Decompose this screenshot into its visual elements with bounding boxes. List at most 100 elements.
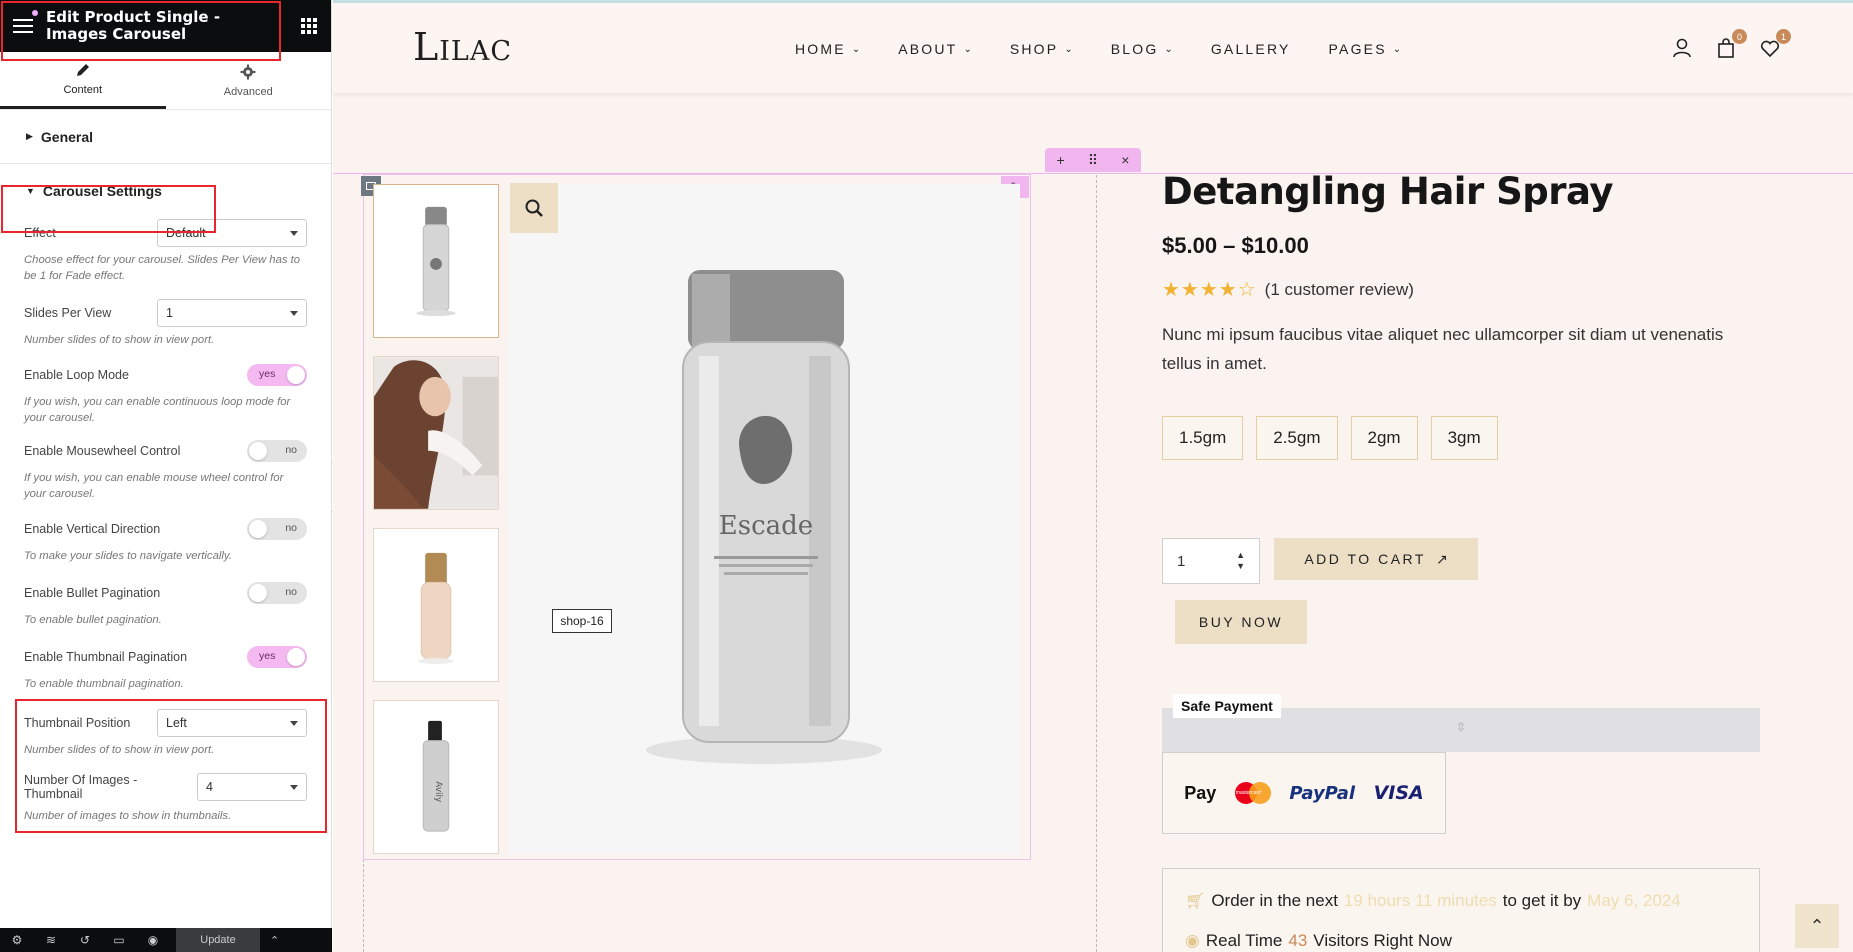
safe-payment-label: Safe Payment [1173, 694, 1281, 718]
editor-panel: Edit Product Single - Images Carousel Co… [0, 0, 332, 952]
hair-spray-bottle-image: Escade [509, 184, 1020, 854]
control-thumbnail-position: Thumbnail Position Left [24, 708, 307, 738]
chevron-down-icon [290, 784, 298, 790]
control-label: Enable Mousewheel Control [24, 444, 181, 458]
preview-eye-icon[interactable]: ◉ [136, 933, 170, 947]
thumbnail-item[interactable] [373, 356, 499, 510]
tab-advanced[interactable]: Advanced [166, 52, 332, 109]
add-icon[interactable]: + [1057, 152, 1065, 168]
tab-content[interactable]: Content [0, 52, 166, 109]
control-slides-per-view: Slides Per View 1 [24, 298, 307, 328]
size-option[interactable]: 2.5gm [1256, 416, 1338, 460]
nav-item-about[interactable]: ABOUT ⌄ [898, 41, 972, 57]
nav-item-pages[interactable]: PAGES ⌄ [1329, 41, 1402, 57]
responsive-icon[interactable]: ▭ [102, 933, 136, 947]
slides-per-view-select[interactable]: 1 [157, 299, 307, 327]
section-title: General [40, 128, 94, 145]
control-label: Slides Per View [24, 306, 112, 320]
wishlist-heart-icon[interactable]: 1 [1759, 29, 1791, 59]
site-header: Lilac HOME ⌄ ABOUT ⌄ SHOP ⌄ BLOG ⌄ GALLERY P… [333, 3, 1853, 93]
control-desc: To enable thumbnail pagination. [24, 678, 184, 690]
thumbnail-position-select[interactable]: Left [157, 709, 307, 737]
thumbnail-item[interactable]: Avily [373, 700, 499, 854]
chevron-down-icon: ⌄ [1064, 43, 1073, 55]
cart-count-badge: 0 [1732, 29, 1747, 44]
review-link[interactable]: (1 customer review) [1265, 280, 1414, 300]
decrease-icon[interactable]: ▼ [1236, 561, 1245, 572]
section-edit-handle[interactable]: + ⠿ × [1045, 148, 1141, 172]
update-button[interactable]: Update [176, 928, 260, 952]
pencil-icon [76, 64, 89, 76]
widgets-grid-icon[interactable] [301, 18, 317, 34]
num-images-select[interactable]: 4 [197, 773, 307, 801]
product-rating: ★★★★☆ (1 customer review) [1162, 277, 1782, 302]
header-icons: 0 1 [1671, 29, 1791, 59]
section-carousel-settings[interactable]: ▼ Carousel Settings [0, 164, 331, 218]
size-option[interactable]: 2gm [1350, 416, 1418, 460]
payment-methods: Pay mastercard PayPal VISA [1162, 752, 1446, 834]
chevron-down-icon: ⌄ [851, 43, 861, 55]
increase-icon[interactable]: ▲ [1236, 550, 1245, 561]
search-icon [525, 199, 543, 217]
control-label: Effect [24, 226, 56, 240]
size-option[interactable]: 1.5gm [1162, 416, 1244, 460]
buy-now-button[interactable]: BUY NOW [1175, 600, 1307, 644]
move-grid-icon[interactable]: ⠿ [1088, 152, 1098, 169]
control-label: Enable Thumbnail Pagination [24, 650, 188, 664]
control-desc: Number of images to show in thumbnails. [24, 810, 232, 822]
nav-item-blog[interactable]: BLOG ⌄ [1111, 41, 1173, 57]
size-options: 1.5gm 2.5gm 2gm 3gm [1162, 416, 1782, 460]
add-to-cart-button[interactable]: ADD TO CART ↗ [1274, 538, 1478, 580]
mastercard-icon: mastercard [1234, 782, 1271, 804]
delivery-info-box: 🛒︎ Order in the next 19 hours 11 minutes… [1162, 868, 1760, 952]
control-desc: If you wish, you can enable mouse wheel … [24, 472, 284, 500]
history-icon[interactable]: ↺ [68, 933, 102, 947]
site-preview: Lilac HOME ⌄ ABOUT ⌄ SHOP ⌄ BLOG ⌄ GALLERY P… [333, 0, 1853, 952]
effect-select[interactable]: Default [157, 219, 307, 247]
control-label: Enable Vertical Direction [24, 522, 161, 536]
chevron-up-icon[interactable]: ⌃ [270, 934, 279, 947]
section-general[interactable]: ▶ General [0, 110, 331, 164]
thumbnail-woman-photo [374, 357, 498, 509]
cart-icon[interactable]: 0 [1715, 29, 1747, 59]
thumbnail-list: Avily [373, 184, 499, 872]
control-num-images: Number Of Images - Thumbnail 4 [24, 770, 307, 804]
quantity-stepper[interactable]: 1 ▲ ▼ [1162, 538, 1260, 584]
user-icon[interactable] [1671, 37, 1693, 59]
thumbnail-foundation-image [374, 529, 498, 681]
layers-icon[interactable]: ≋ [34, 933, 68, 947]
zoom-button[interactable] [510, 183, 558, 233]
add-to-cart-row: 1 ▲ ▼ ADD TO CART ↗ [1162, 538, 1478, 584]
mousewheel-toggle[interactable]: no [247, 440, 307, 462]
size-option[interactable]: 3gm [1430, 416, 1498, 460]
drag-handle-icon[interactable]: ⇳ [1451, 720, 1471, 740]
control-thumbnail: Enable Thumbnail Pagination yes [24, 642, 307, 672]
thumbnail-item[interactable] [373, 528, 499, 682]
nav-item-home[interactable]: HOME ⌄ [795, 41, 860, 57]
tab-label: Advanced [223, 85, 273, 98]
settings-icon[interactable]: ⚙ [0, 933, 34, 947]
thumbnail-item[interactable] [373, 184, 499, 338]
image-tooltip: shop-16 [552, 609, 612, 633]
chevron-down-icon: ⌄ [963, 43, 972, 55]
control-desc: To enable bullet pagination. [24, 614, 162, 626]
thumbnail-toggle[interactable]: yes [247, 646, 307, 668]
vertical-toggle[interactable]: no [247, 518, 307, 540]
product-summary: Detangling Hair Spray $5.00 – $10.00 ★★★… [1162, 170, 1782, 460]
control-bullet: Enable Bullet Pagination no [24, 578, 307, 608]
notification-dot [32, 10, 38, 16]
nav-item-gallery[interactable]: GALLERY [1211, 41, 1291, 57]
bullet-toggle[interactable]: no [247, 582, 307, 604]
nav-item-shop[interactable]: SHOP ⌄ [1010, 41, 1073, 57]
thumbnail-shampoo-image: Avily [374, 701, 498, 853]
site-logo[interactable]: Lilac [413, 25, 512, 69]
chevron-down-icon [290, 230, 298, 236]
close-icon[interactable]: × [1121, 152, 1129, 168]
tab-label: Content [63, 84, 103, 96]
loop-toggle[interactable]: yes [247, 364, 307, 386]
menu-icon[interactable] [0, 19, 46, 33]
scroll-to-top-button[interactable]: ⌃ [1795, 904, 1839, 948]
main-product-image[interactable]: Escade [509, 184, 1020, 854]
cart-icon: 🛒︎ [1185, 893, 1206, 910]
product-price: $5.00 – $10.00 [1162, 233, 1309, 258]
